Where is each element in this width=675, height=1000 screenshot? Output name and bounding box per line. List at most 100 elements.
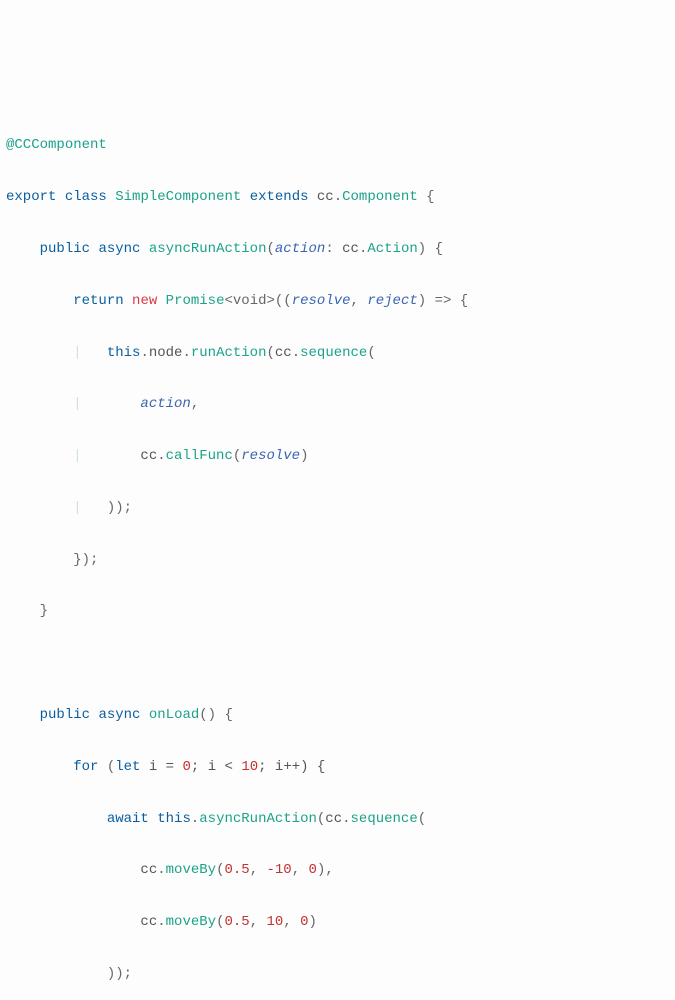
comma: , <box>283 914 300 930</box>
arrow: ) => { <box>418 293 468 309</box>
keyword-public: public <box>40 241 90 257</box>
namespace: cc <box>325 811 342 827</box>
prop-node: node <box>149 345 183 361</box>
dot: . <box>140 345 148 361</box>
indent <box>6 241 40 257</box>
num-b: 10 <box>267 914 284 930</box>
cond: ; i < <box>191 759 241 775</box>
arg-resolve: resolve <box>241 448 300 464</box>
keyword-let: let <box>115 759 140 775</box>
fn-callfunc: callFunc <box>166 448 233 464</box>
code-line: cc.moveBy(0.5, 10, 0) <box>6 910 669 936</box>
keyword-return: return <box>73 293 123 309</box>
close: )); <box>107 966 132 982</box>
paren: ( <box>317 811 325 827</box>
paren: ( <box>216 862 224 878</box>
indent <box>6 603 40 619</box>
num-c: 0 <box>309 862 317 878</box>
indent <box>6 707 40 723</box>
keyword-async: async <box>98 241 140 257</box>
method-onload: onLoad <box>149 707 199 723</box>
keyword-public: public <box>40 707 90 723</box>
code-line: | this.node.runAction(cc.sequence( <box>6 341 669 367</box>
paren: ( <box>367 345 375 361</box>
code-line: for (let i = 0; i < 10; i++) { <box>6 755 669 781</box>
close: ), <box>317 862 334 878</box>
code-block: @CCComponent export class SimpleComponen… <box>6 108 669 1000</box>
blank <box>6 655 14 671</box>
param-resolve: resolve <box>292 293 351 309</box>
comma: , <box>250 862 267 878</box>
fn-moveby: moveBy <box>166 862 216 878</box>
keyword-this: this <box>107 345 141 361</box>
indent-guide: | <box>6 396 140 412</box>
code-line: } <box>6 599 669 625</box>
namespace: cc <box>342 241 359 257</box>
keyword-for: for <box>73 759 98 775</box>
dot: . <box>182 345 190 361</box>
paren: ) <box>300 448 308 464</box>
keyword-async: async <box>98 707 140 723</box>
paren: ( <box>216 914 224 930</box>
namespace: cc <box>140 862 157 878</box>
comma: , <box>250 914 267 930</box>
fn-runaction: runAction <box>191 345 267 361</box>
namespace: cc <box>275 345 292 361</box>
dot: . <box>342 811 350 827</box>
brace: { <box>418 189 435 205</box>
keyword-export: export <box>6 189 56 205</box>
fn-moveby: moveBy <box>166 914 216 930</box>
indent <box>6 759 73 775</box>
close: ) <box>309 914 317 930</box>
indent <box>6 966 107 982</box>
code-line: export class SimpleComponent extends cc.… <box>6 185 669 211</box>
param-reject: reject <box>367 293 417 309</box>
keyword-class: class <box>65 189 107 205</box>
indent-guide: | <box>6 345 107 361</box>
method-name: asyncRunAction <box>149 241 267 257</box>
indent <box>6 293 73 309</box>
class-name: SimpleComponent <box>115 189 241 205</box>
param-action: action <box>275 241 325 257</box>
code-line: public async asyncRunAction(action: cc.A… <box>6 237 669 263</box>
type-action: Action <box>367 241 417 257</box>
num-b: -10 <box>267 862 292 878</box>
namespace: cc <box>140 914 157 930</box>
code-line: return new Promise<void>((resolve, rejec… <box>6 289 669 315</box>
dot: . <box>157 448 165 464</box>
fn-sequence: sequence <box>300 345 367 361</box>
dot: . <box>191 811 199 827</box>
close: )); <box>107 500 132 516</box>
indent-guide: | <box>6 500 107 516</box>
num-a: 0.5 <box>224 862 249 878</box>
dot: . <box>157 862 165 878</box>
indent <box>6 811 107 827</box>
close-brace: } <box>40 603 48 619</box>
indent <box>6 914 140 930</box>
keyword-await: await <box>107 811 149 827</box>
fn-asyncrun: asyncRunAction <box>199 811 317 827</box>
code-line: | action, <box>6 392 669 418</box>
namespace: cc <box>140 448 157 464</box>
dot: . <box>292 345 300 361</box>
comma: , <box>292 862 309 878</box>
num-a: 0.5 <box>224 914 249 930</box>
generic: <void> <box>224 293 274 309</box>
number-zero: 0 <box>182 759 190 775</box>
number-ten: 10 <box>241 759 258 775</box>
paren: ( <box>418 811 426 827</box>
inc: ; i++) { <box>258 759 325 775</box>
paren: ( <box>233 448 241 464</box>
keyword-this: this <box>157 811 191 827</box>
promise-type: Promise <box>166 293 225 309</box>
blank-line <box>6 651 669 677</box>
namespace: cc <box>317 189 334 205</box>
indent <box>6 552 73 568</box>
comma: , <box>191 396 199 412</box>
code-line: @CCComponent <box>6 133 669 159</box>
keyword-new: new <box>132 293 157 309</box>
colon: : <box>325 241 342 257</box>
parens-brace: () { <box>199 707 233 723</box>
fn-sequence: sequence <box>351 811 418 827</box>
paren-brace: ) { <box>418 241 443 257</box>
